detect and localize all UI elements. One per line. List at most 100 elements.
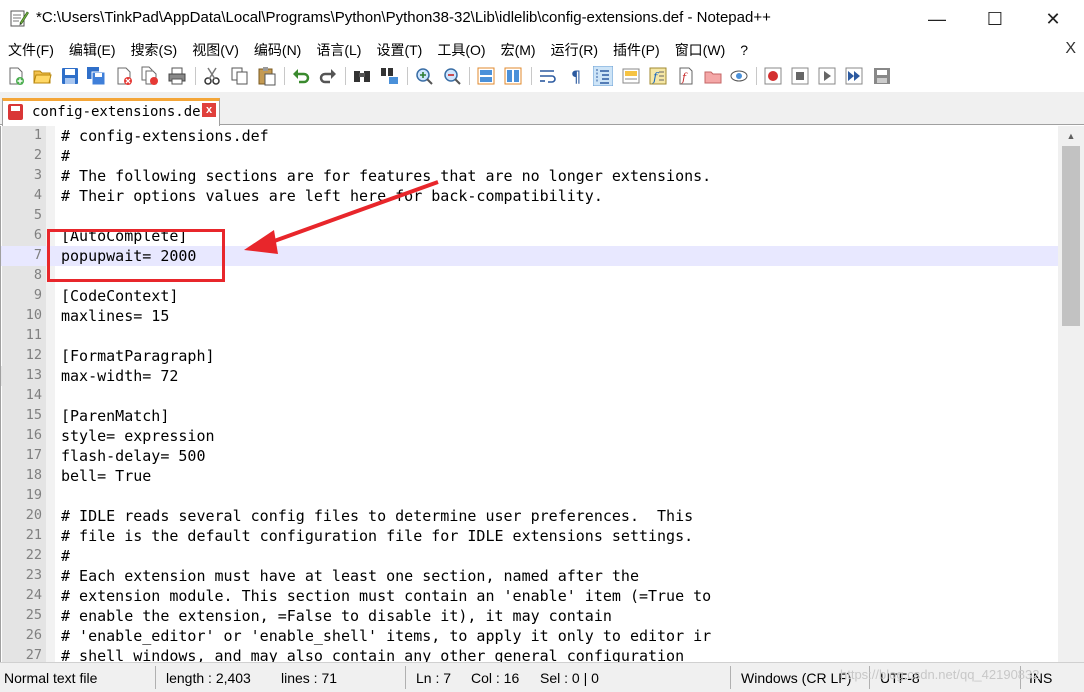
menu-plugins[interactable]: 插件(P) [605,40,667,60]
replace-icon[interactable] [380,66,400,86]
editor-line[interactable]: 27 # shell windows, and may also contain … [1,646,1059,662]
monitor-icon[interactable] [729,66,749,86]
line-text[interactable]: flash-delay= 500 [61,446,206,466]
menu-settings[interactable]: 设置(T) [368,40,429,60]
editor-line[interactable]: 12 [FormatParagraph] [1,346,1059,366]
tab-config-extensions[interactable]: config-extensions.def x [2,98,220,126]
scroll-thumb[interactable] [1062,146,1080,326]
editor-line[interactable]: 19 [1,486,1059,506]
folder-icon[interactable] [703,66,723,86]
close-window-button[interactable]: ✕ [1024,0,1082,38]
line-text[interactable]: [ParenMatch] [61,406,169,426]
line-text[interactable]: # extension module. This section must co… [61,586,711,606]
editor-line[interactable]: 10 maxlines= 15 [1,306,1059,326]
line-text[interactable]: # [61,546,70,566]
text-editor[interactable]: 1 # config-extensions.def 2 #3 # The followi… [0,126,1084,662]
editor-line[interactable]: 14 [1,386,1059,406]
cut-icon[interactable] [202,66,222,86]
editor-line[interactable]: 1 # config-extensions.def [1,126,1059,146]
line-text[interactable]: # file is the default configuration file… [61,526,693,546]
editor-line[interactable]: 22 # [1,546,1059,566]
save-icon[interactable] [60,66,80,86]
print-icon[interactable] [167,66,187,86]
line-text[interactable]: [CodeContext] [61,286,178,306]
doc-map-icon[interactable] [621,66,641,86]
editor-line[interactable]: 25 # enable the extension, =False to disa… [1,606,1059,626]
maximize-button[interactable]: ☐ [966,0,1024,38]
folder-workspace-icon[interactable]: f [676,66,696,86]
line-text[interactable]: # Each extension must have at least one … [61,566,639,586]
zoom-out-icon[interactable] [442,66,462,86]
scroll-up-arrow-icon[interactable]: ▲ [1058,126,1084,146]
line-text[interactable]: # IDLE reads several config files to det… [61,506,693,526]
editor-line[interactable]: 24 # extension module. This section must … [1,586,1059,606]
close-document-button[interactable]: X [1065,40,1076,58]
menu-search[interactable]: 搜索(S) [123,40,185,60]
zoom-in-icon[interactable] [414,66,434,86]
line-text[interactable]: # [61,146,70,166]
editor-line[interactable]: 15 [ParenMatch] [1,406,1059,426]
line-text[interactable]: # shell windows, and may also contain an… [61,646,684,662]
line-text[interactable]: max-width= 72 [61,366,178,386]
minimize-button[interactable]: — [908,0,966,38]
editor-line[interactable]: 20 # IDLE reads several config files to d… [1,506,1059,526]
line-text[interactable]: # enable the extension, =False to disabl… [61,606,612,626]
editor-line[interactable]: 23 # Each extension must have at least on… [1,566,1059,586]
menu-view[interactable]: 视图(V) [184,40,246,60]
line-text[interactable]: # config-extensions.def [61,126,269,146]
menu-file[interactable]: 文件(F) [0,40,61,60]
new-file-icon[interactable] [6,66,26,86]
function-list-icon[interactable]: f [648,66,668,86]
redo-icon[interactable] [318,66,338,86]
copy-icon[interactable] [230,66,250,86]
undo-icon[interactable] [291,66,311,86]
open-file-icon[interactable] [32,66,52,86]
save-all-icon[interactable] [86,66,106,86]
sync-vertical-icon[interactable] [476,66,496,86]
line-text[interactable]: style= expression [61,426,215,446]
menu-tools[interactable]: 工具(O) [429,40,492,60]
editor-line[interactable]: 2 # [1,146,1059,166]
save-macro-icon[interactable] [872,66,892,86]
play-macro-icon[interactable] [817,66,837,86]
paste-icon[interactable] [257,66,277,86]
editor-line[interactable]: 4 # Their options values are left here fo… [1,186,1059,206]
vertical-scrollbar[interactable]: ▲ [1058,126,1084,662]
editor-line[interactable]: 26 # 'enable_editor' or 'enable_shell' it… [1,626,1059,646]
editor-line[interactable]: 11 [1,326,1059,346]
status-lines: lines : 71 [281,670,338,686]
line-text[interactable]: bell= True [61,466,151,486]
find-icon[interactable] [352,66,372,86]
line-text[interactable]: [FormatParagraph] [61,346,215,366]
toolbar-separator [407,67,408,85]
record-macro-icon[interactable] [763,66,783,86]
sync-horizontal-icon[interactable] [503,66,523,86]
menu-help[interactable]: ? [732,42,755,58]
word-wrap-icon[interactable] [538,66,558,86]
menu-edit[interactable]: 编辑(E) [61,40,123,60]
editor-line[interactable]: 13 max-width= 72 [1,366,1059,386]
run-macro-multiple-icon[interactable] [844,66,864,86]
editor-line[interactable]: 16 style= expression [1,426,1059,446]
close-icon[interactable] [114,66,134,86]
editor-line[interactable]: 9 [CodeContext] [1,286,1059,306]
menu-language[interactable]: 语言(L) [308,40,368,60]
line-text[interactable]: # 'enable_editor' or 'enable_shell' item… [61,626,711,646]
menu-macro[interactable]: 宏(M) [493,40,543,60]
status-eol[interactable]: Windows (CR LF) [741,670,851,686]
editor-line[interactable]: 5 [1,206,1059,226]
editor-line[interactable]: 21 # file is the default configuration fi… [1,526,1059,546]
tab-close-icon[interactable]: x [202,103,216,117]
show-all-chars-icon[interactable]: ¶ [566,66,586,86]
menu-window[interactable]: 窗口(W) [667,40,733,60]
menu-run[interactable]: 运行(R) [543,40,605,60]
close-all-icon[interactable] [140,66,160,86]
line-text[interactable]: maxlines= 15 [61,306,169,326]
editor-line[interactable]: 3 # The following sections are for featur… [1,166,1059,186]
editor-line[interactable]: 17 flash-delay= 500 [1,446,1059,466]
editor-lines[interactable]: 1 # config-extensions.def 2 #3 # The followi… [1,126,1059,662]
indent-guide-icon[interactable] [593,66,613,86]
editor-line[interactable]: 18 bell= True [1,466,1059,486]
menu-encoding[interactable]: 编码(N) [246,40,308,60]
stop-macro-icon[interactable] [790,66,810,86]
